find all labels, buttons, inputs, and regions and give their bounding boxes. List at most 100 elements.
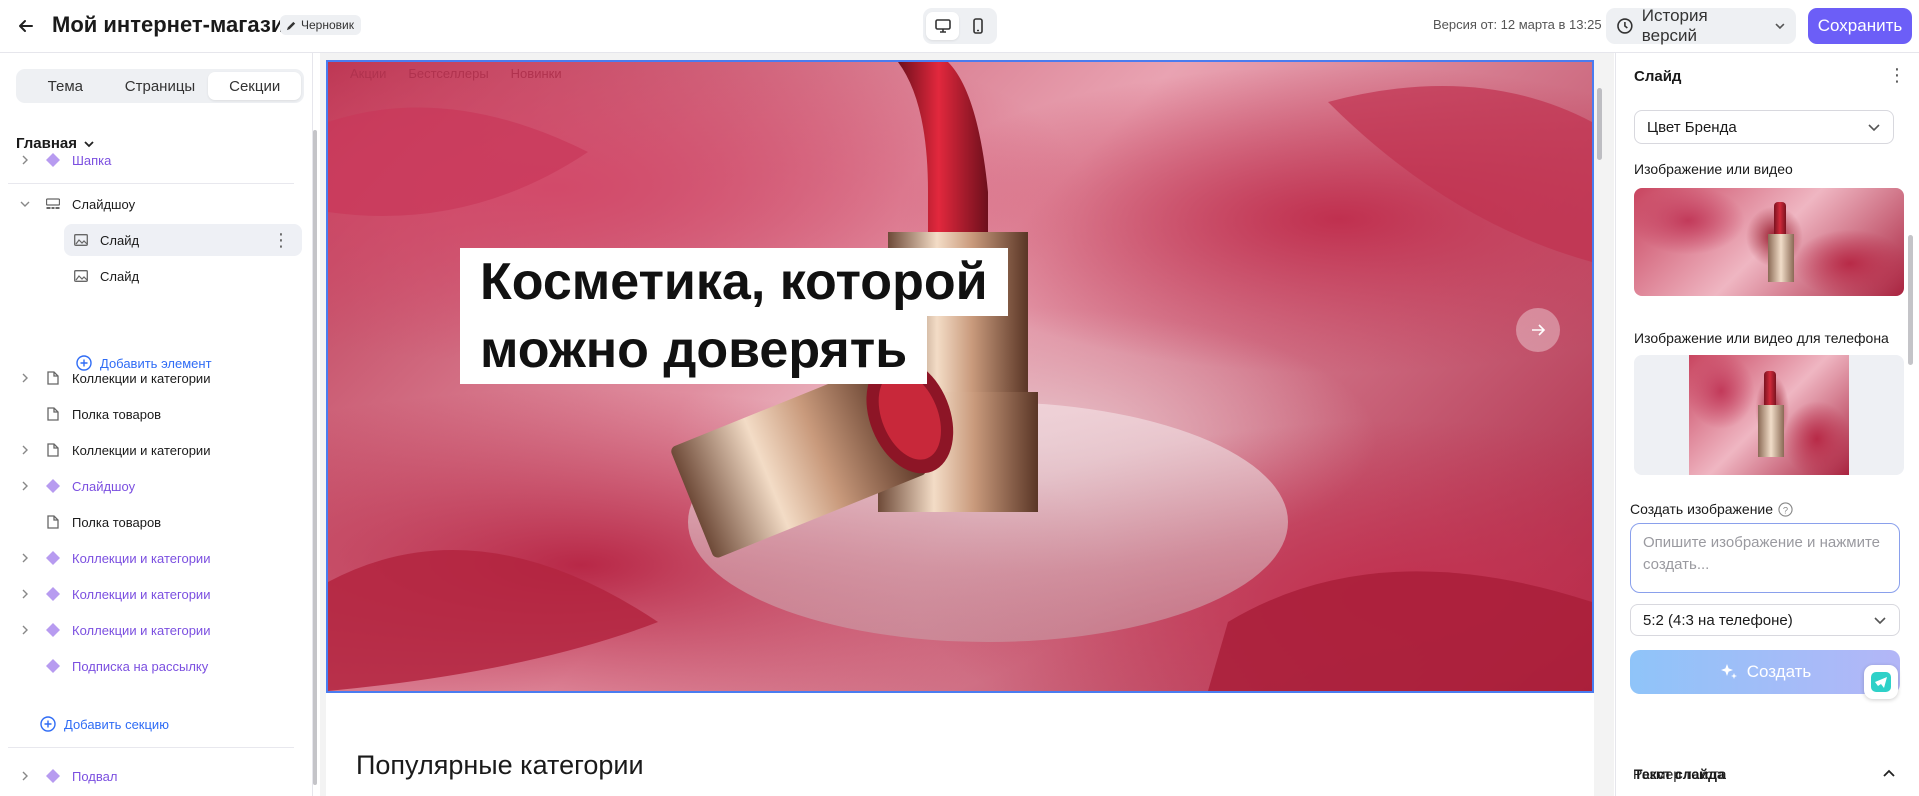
section-label: Полка товаров bbox=[72, 514, 162, 530]
section-collections[interactable]: Коллекции и категории bbox=[8, 362, 302, 394]
section-collections[interactable]: Коллекции и категории bbox=[8, 614, 302, 646]
chevron-right-icon[interactable] bbox=[16, 441, 34, 459]
add-section-button[interactable]: Добавить секцию bbox=[40, 716, 169, 732]
section-header[interactable]: Шапка bbox=[8, 144, 302, 176]
version-history-button[interactable]: История версий bbox=[1606, 6, 1796, 45]
section-label: Коллекции и категории bbox=[72, 370, 211, 386]
telegram-button[interactable] bbox=[1864, 665, 1898, 699]
mobile-view-button[interactable] bbox=[961, 12, 994, 40]
section-label: Коллекции и категории bbox=[72, 550, 211, 566]
divider bbox=[8, 183, 294, 184]
tab-sections[interactable]: Секции bbox=[208, 72, 302, 100]
save-button[interactable]: Сохранить bbox=[1808, 8, 1912, 44]
panel-title: Слайд bbox=[1634, 68, 1682, 85]
sidebar-scrollbar[interactable] bbox=[313, 130, 317, 785]
section-newsletter[interactable]: Подписка на рассылку bbox=[8, 650, 302, 682]
device-switch bbox=[923, 8, 997, 44]
site-preview: Акции Бестселлеры Новинки Косметика, кот… bbox=[326, 60, 1594, 796]
section-label: Коллекции и категории bbox=[72, 442, 211, 458]
canvas-scrollbar[interactable] bbox=[1597, 88, 1602, 160]
sections-sidebar: Тема Страницы Секции Главная Шапка Слайд… bbox=[0, 53, 313, 796]
phone-icon bbox=[972, 18, 983, 34]
arrow-left-icon bbox=[19, 20, 33, 32]
brand-color-value: Цвет Бренда bbox=[1647, 118, 1737, 136]
text-size-label: Размер текста bbox=[1633, 766, 1727, 782]
section-collections[interactable]: Коллекции и категории bbox=[8, 578, 302, 610]
section-product-shelf[interactable]: Полка товаров bbox=[8, 398, 302, 430]
hero-heading-line-2: можно доверять bbox=[460, 316, 928, 384]
more-vertical-icon[interactable]: ⋮ bbox=[272, 230, 290, 251]
section-label: Подвал bbox=[72, 768, 118, 784]
chevron-right-icon[interactable] bbox=[16, 585, 34, 603]
section-footer[interactable]: Подвал bbox=[8, 760, 302, 792]
element-label: Слайд bbox=[100, 232, 140, 248]
section-slideshow[interactable]: Слайдшоу bbox=[8, 188, 302, 220]
image-icon bbox=[72, 231, 90, 249]
store-nav: Акции Бестселлеры Новинки bbox=[350, 66, 562, 81]
nav-link-bestsellers[interactable]: Бестселлеры bbox=[408, 66, 488, 81]
add-section-label: Добавить секцию bbox=[64, 716, 169, 732]
section-label: Шапка bbox=[72, 152, 112, 168]
section-label: Слайдшоу bbox=[72, 478, 136, 494]
panel-scrollbar[interactable] bbox=[1908, 235, 1913, 365]
phone-image-label: Изображение или видео для телефона bbox=[1634, 330, 1889, 346]
chevron-right-icon[interactable] bbox=[16, 369, 34, 387]
create-image-label: Создать изображение bbox=[1630, 501, 1774, 517]
diamond-icon bbox=[44, 657, 62, 675]
hero-slideshow[interactable]: Акции Бестселлеры Новинки Косметика, кот… bbox=[326, 60, 1594, 693]
plus-circle-icon bbox=[40, 716, 56, 732]
element-slide-selected[interactable]: Слайд ⋮ bbox=[64, 224, 302, 256]
section-label: Коллекции и категории bbox=[72, 622, 211, 638]
element-label: Слайд bbox=[100, 268, 140, 284]
brand-color-select[interactable]: Цвет Бренда bbox=[1634, 110, 1894, 144]
section-slideshow[interactable]: Слайдшоу bbox=[8, 470, 302, 502]
help-icon[interactable]: ? bbox=[1778, 501, 1793, 517]
hero-heading: Косметика, которой можно доверять bbox=[460, 248, 1008, 384]
tab-pages[interactable]: Страницы bbox=[114, 72, 207, 100]
diamond-icon bbox=[44, 151, 62, 169]
diamond-icon bbox=[44, 767, 62, 785]
nav-link-sales[interactable]: Акции bbox=[350, 66, 386, 81]
section-collections[interactable]: Коллекции и категории bbox=[8, 542, 302, 574]
create-label: Создать bbox=[1746, 662, 1812, 681]
more-vertical-icon[interactable]: ⋮ bbox=[1888, 65, 1906, 86]
back-button[interactable] bbox=[12, 12, 40, 40]
app-title: Мой интернет-магазин bbox=[52, 12, 298, 37]
section-product-shelf[interactable]: Полка товаров bbox=[8, 506, 302, 538]
chevron-right-icon[interactable] bbox=[16, 767, 34, 785]
diamond-icon bbox=[44, 585, 62, 603]
section-label: Подписка на рассылку bbox=[72, 658, 209, 674]
history-label: История версий bbox=[1641, 6, 1708, 45]
section-collections[interactable]: Коллекции и категории bbox=[8, 434, 302, 466]
chevron-right-icon[interactable] bbox=[16, 621, 34, 639]
chevron-down-icon[interactable] bbox=[16, 195, 34, 213]
section-label: Слайдшоу bbox=[72, 196, 136, 212]
page-icon bbox=[44, 369, 62, 387]
phone-image-picker[interactable] bbox=[1634, 355, 1904, 475]
top-bar: Мой интернет-магазин Черновик Версия от:… bbox=[0, 0, 1919, 53]
tab-theme[interactable]: Тема bbox=[19, 72, 112, 100]
image-label: Изображение или видео bbox=[1634, 161, 1793, 177]
draft-badge[interactable]: Черновик bbox=[280, 15, 361, 35]
chevron-right-icon[interactable] bbox=[16, 549, 34, 567]
sidebar-tabs: Тема Страницы Секции bbox=[16, 69, 304, 103]
create-image-header: Создать изображение ? bbox=[1630, 501, 1793, 517]
divider bbox=[8, 747, 294, 748]
chevron-right-icon[interactable] bbox=[16, 477, 34, 495]
page-icon bbox=[44, 513, 62, 531]
chevron-right-icon[interactable] bbox=[16, 151, 34, 169]
preview-canvas: Акции Бестселлеры Новинки Косметика, кот… bbox=[320, 53, 1614, 796]
image-icon bbox=[72, 267, 90, 285]
desktop-view-button[interactable] bbox=[926, 12, 959, 40]
nav-link-new[interactable]: Новинки bbox=[511, 66, 562, 81]
create-image-button[interactable]: Создать bbox=[1630, 650, 1900, 694]
hero-heading-line-1: Косметика, которой bbox=[460, 248, 1008, 316]
arrow-right-icon bbox=[1532, 324, 1546, 336]
next-slide-button[interactable] bbox=[1516, 308, 1560, 352]
aspect-ratio-select[interactable]: 5:2 (4:3 на телефоне) bbox=[1630, 604, 1900, 636]
image-prompt-input[interactable]: Опишите изображение и нажмите создать... bbox=[1630, 523, 1900, 593]
slide-image-picker[interactable] bbox=[1634, 188, 1904, 296]
paper-plane-icon bbox=[1871, 672, 1891, 692]
chevron-down-icon bbox=[1874, 617, 1886, 625]
element-slide[interactable]: Слайд bbox=[64, 260, 302, 292]
